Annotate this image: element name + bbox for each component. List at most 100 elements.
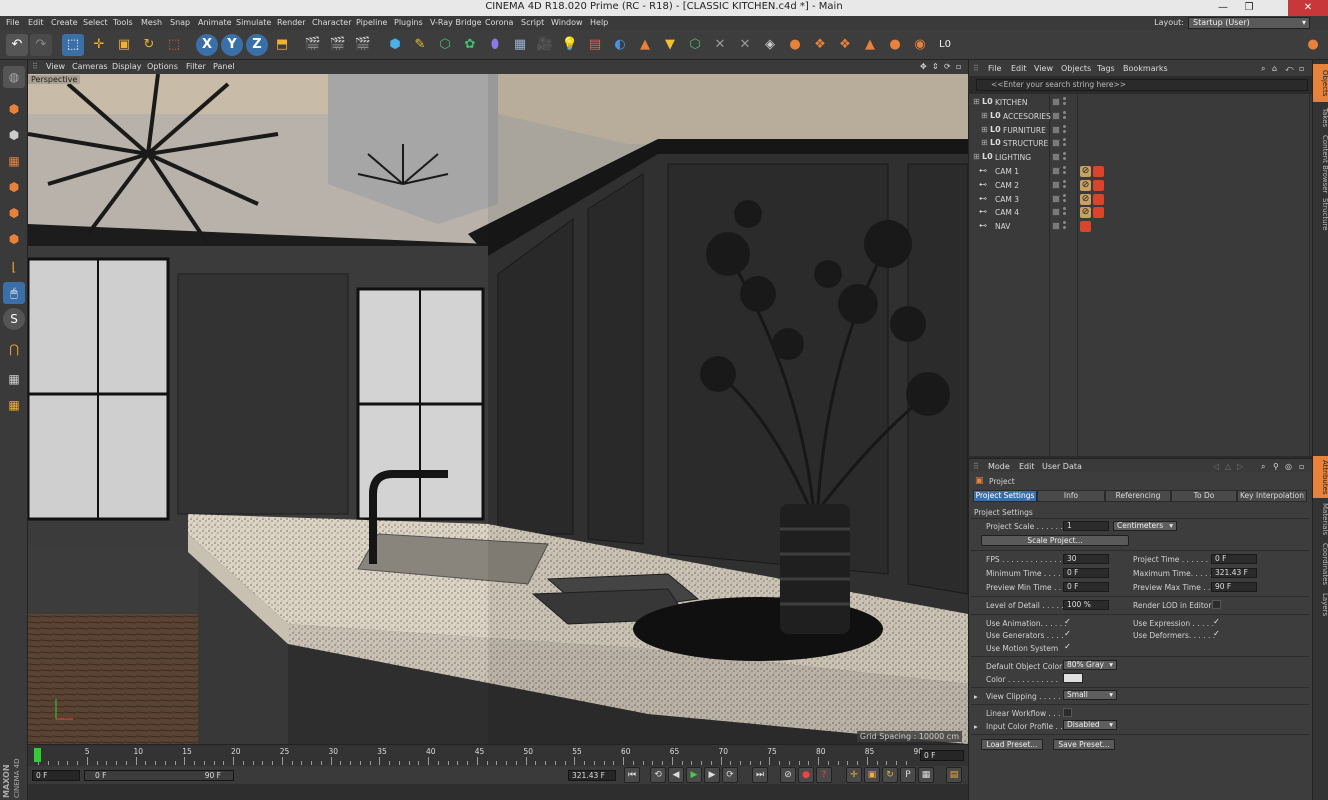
prev-frame-icon[interactable]: ◀ (668, 767, 684, 783)
tab-takes[interactable]: Takes (1313, 104, 1328, 132)
om-menu-tags[interactable]: Tags (1097, 64, 1115, 73)
pen-icon[interactable]: ✎ (409, 34, 431, 56)
view-clipping-expand-icon[interactable]: ▸ (974, 692, 978, 701)
magnet-icon[interactable]: ⋂ (3, 338, 25, 360)
am-up-icon[interactable]: △ (1225, 462, 1231, 471)
back-icon[interactable]: ⤺ (1285, 64, 1294, 74)
redo-icon[interactable]: ↷ (30, 34, 52, 56)
protection-tag-icon[interactable]: ⊘ (1080, 166, 1091, 177)
om-menu-objects[interactable]: Objects (1061, 64, 1091, 73)
menu-simulate[interactable]: Simulate (236, 18, 271, 27)
workplane-icon[interactable]: ◈ (759, 34, 781, 56)
load-preset-button[interactable]: Load Preset... (981, 739, 1043, 750)
om-menu-edit[interactable]: Edit (1011, 64, 1027, 73)
menu-window[interactable]: Window (551, 18, 583, 27)
goto-end-icon[interactable]: ⏭ (752, 767, 768, 783)
render-visibility-dots[interactable] (1063, 221, 1067, 231)
viewport-menu-view[interactable]: View (46, 62, 65, 71)
tab-to-do[interactable]: To Do (1171, 490, 1237, 502)
menu-mesh[interactable]: Mesh (141, 18, 162, 27)
key-position-icon[interactable]: ✛ (846, 767, 862, 783)
om-menu-file[interactable]: File (988, 64, 1001, 73)
menu-plugins[interactable]: Plugins (394, 18, 423, 27)
am-menu-mode[interactable]: Mode (988, 462, 1010, 471)
visibility-toggle[interactable] (1052, 208, 1060, 217)
current-frame-field[interactable]: 0 F (920, 750, 964, 761)
object-row[interactable]: ⊞ L0 ACCESORIES (969, 109, 1313, 123)
am-forward-icon[interactable]: ▷ (1237, 462, 1243, 471)
y-axis-icon[interactable]: Y (221, 34, 243, 56)
object-row[interactable]: ⊷ CAM 3 ⊘ (969, 192, 1313, 206)
am-maximize-icon[interactable]: ▫ (1299, 462, 1304, 471)
snap-icon[interactable]: ✕ (709, 34, 731, 56)
render-visibility-dots[interactable] (1063, 207, 1067, 217)
rotate-icon[interactable]: ↻ (138, 34, 160, 56)
menu-pipeline[interactable]: Pipeline (356, 18, 387, 27)
object-row[interactable]: ⊷ CAM 2 ⊘ (969, 178, 1313, 192)
am-menu-user-data[interactable]: User Data (1042, 462, 1082, 471)
visibility-toggle[interactable] (1052, 194, 1060, 203)
pan-view-icon[interactable]: ✥ (920, 62, 927, 71)
object-search-input[interactable]: <<Enter your search string here>> (976, 79, 1308, 91)
render-visibility-dots[interactable] (1063, 193, 1067, 204)
prev-key-icon[interactable]: ⟲ (650, 767, 666, 783)
use-animation-checkbox[interactable]: ✓ (1063, 618, 1072, 627)
tab-key-interpolation[interactable]: Key Interpolation (1237, 490, 1307, 502)
polygons-mode-icon[interactable]: ⬢ (3, 228, 25, 250)
tab-objects[interactable]: Objects (1313, 64, 1328, 102)
corona-node-icon[interactable]: ⬡ (684, 34, 706, 56)
tab-content-browser[interactable]: Content Browser (1313, 134, 1328, 194)
render-settings-icon[interactable]: 🎬 (352, 34, 374, 56)
layer-zero-icon[interactable]: L0 (934, 34, 956, 56)
view-clipping-select[interactable]: Small ▾ (1063, 690, 1117, 700)
menu-edit[interactable]: Edit (28, 18, 44, 27)
start-frame-field[interactable]: 0 F (32, 770, 80, 781)
menu-help[interactable]: Help (590, 18, 608, 27)
solo-icon[interactable]: ▦ (3, 394, 25, 416)
menu-vray-bridge[interactable]: V-Ray Bridge (430, 18, 482, 27)
preview-min-field[interactable]: 0 F (1063, 582, 1109, 592)
render-visibility-dots[interactable] (1063, 138, 1067, 148)
vray-camera-tag-icon[interactable] (1080, 221, 1091, 233)
workplane-lock-icon[interactable]: ▦ (3, 368, 25, 390)
tool-options-icon[interactable]: ✕ (734, 34, 756, 56)
restore-button[interactable]: ❐ (1236, 0, 1262, 16)
om-menu-view[interactable]: View (1034, 64, 1053, 73)
texture-mode-icon[interactable]: ⬢ (3, 124, 25, 146)
project-scale-unit-select[interactable]: Centimeters ▾ (1113, 521, 1177, 531)
tweak-mode-icon[interactable]: 🖱 (3, 282, 25, 304)
menu-render[interactable]: Render (277, 18, 305, 27)
visibility-toggle[interactable] (1052, 98, 1060, 106)
menu-character[interactable]: Character (312, 18, 352, 27)
render-picture-viewer-icon[interactable]: 🎬 (327, 34, 349, 56)
keyframe-selection-icon[interactable]: ? (816, 767, 832, 783)
autokey-icon[interactable]: ● (798, 767, 814, 783)
object-row[interactable]: ⊷ CAM 4 ⊘ (969, 205, 1313, 219)
scale-project-button[interactable]: Scale Project... (981, 535, 1129, 546)
am-menu-edit[interactable]: Edit (1019, 462, 1035, 471)
preview-range-slider[interactable]: 0 F 90 F (84, 770, 234, 781)
fps-field[interactable]: 30 (1063, 554, 1109, 564)
timeline-window-icon[interactable]: ▤ (946, 767, 962, 783)
visibility-toggle[interactable] (1052, 222, 1060, 231)
visibility-toggle[interactable] (1052, 167, 1060, 175)
live-selection-icon[interactable]: ⬚ (62, 34, 84, 56)
render-visibility-dots[interactable] (1063, 179, 1067, 190)
end-frame-field[interactable]: 321.43 F (568, 770, 616, 781)
use-generators-checkbox[interactable]: ✓ (1063, 630, 1072, 639)
vray-light-icon[interactable]: ● (784, 34, 806, 56)
record-key-icon[interactable]: ⊘ (780, 767, 796, 783)
playhead[interactable] (34, 748, 41, 762)
object-row[interactable]: ⊞ L0 STRUCTURE (969, 136, 1313, 150)
expand-icon[interactable]: ⊞ (973, 152, 980, 161)
recent-tool-icon[interactable]: ⬚ (163, 34, 185, 56)
protection-tag-icon[interactable]: ⊘ (1080, 193, 1091, 205)
menu-snap[interactable]: Snap (170, 18, 190, 27)
next-frame-icon[interactable]: ▶ (704, 767, 720, 783)
search-icon[interactable]: ⌕ (1261, 64, 1265, 74)
vray-ipr-icon[interactable]: ❖ (834, 34, 856, 56)
points-mode-icon[interactable]: ⬢ (3, 176, 25, 198)
object-row[interactable]: ⊷ NAV (969, 219, 1313, 233)
om-menu-bookmarks[interactable]: Bookmarks (1123, 64, 1168, 73)
visibility-toggle[interactable] (1052, 111, 1060, 120)
